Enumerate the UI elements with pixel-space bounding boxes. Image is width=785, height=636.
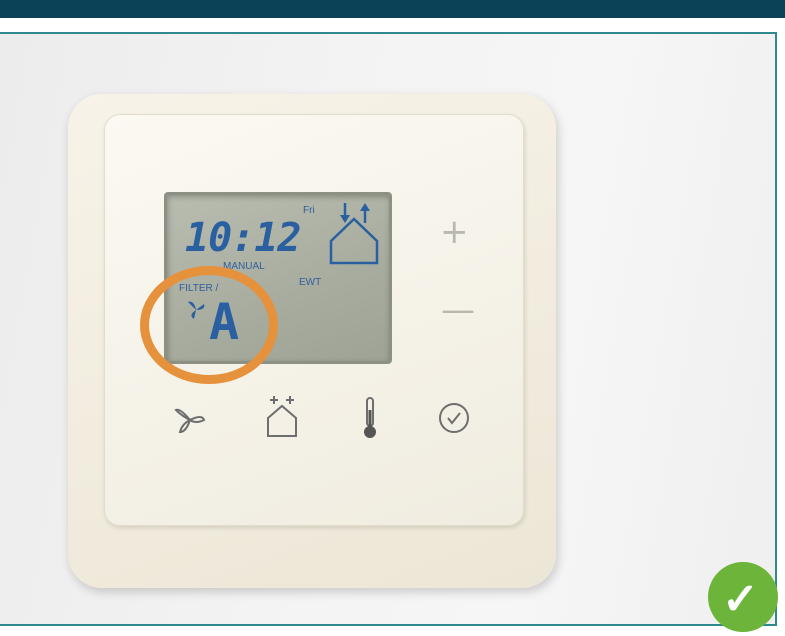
clock-button[interactable]	[436, 400, 472, 436]
house-icon	[267, 396, 297, 437]
fan-button[interactable]	[168, 398, 212, 438]
top-bar	[0, 0, 785, 18]
temperature-button[interactable]	[358, 396, 382, 440]
house-airflow-icon	[329, 203, 379, 265]
clock-icon	[439, 403, 469, 433]
plus-button[interactable]: +	[440, 212, 469, 252]
house-button[interactable]	[262, 394, 302, 440]
checkmark-icon: ✓	[722, 575, 759, 624]
lcd-ewt-label: EWT	[299, 277, 322, 288]
fan-icon	[174, 408, 206, 434]
thermometer-icon	[364, 397, 376, 438]
highlight-circle	[140, 266, 278, 384]
lcd-day: Fri	[303, 205, 315, 216]
minus-button[interactable]: —	[441, 290, 475, 330]
lcd-time: 10:12	[185, 215, 301, 261]
